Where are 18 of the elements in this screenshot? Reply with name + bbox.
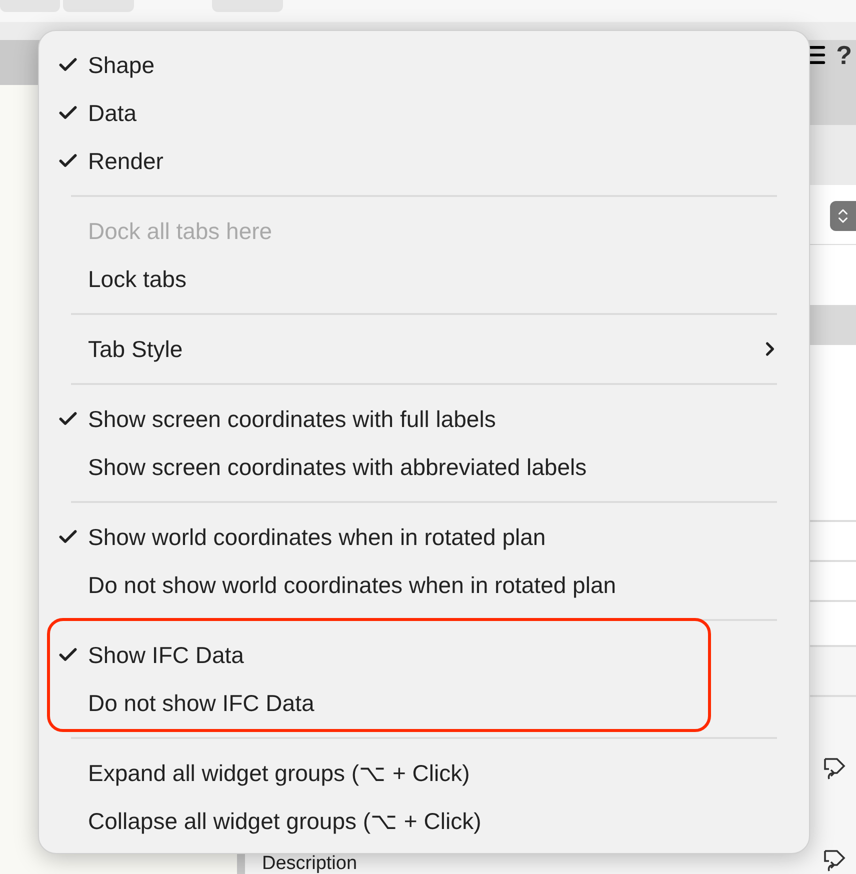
- arrow-icon[interactable]: [822, 755, 848, 781]
- menu-item[interactable]: Show IFC Data: [39, 631, 809, 679]
- menu-item[interactable]: Lock tabs: [39, 255, 809, 303]
- menu-item[interactable]: Shape: [39, 41, 809, 89]
- field-label: Description: [261, 854, 358, 873]
- menu-item[interactable]: Tab Style: [39, 325, 809, 373]
- menu-item[interactable]: Do not show IFC Data: [39, 679, 809, 727]
- menu-item[interactable]: Show screen coordinates with full labels: [39, 395, 809, 443]
- help-button[interactable]: ?: [836, 42, 852, 68]
- menu-item[interactable]: Expand all widget groups (⌥ + Click): [39, 749, 809, 797]
- menu-item[interactable]: Collapse all widget groups (⌥ + Click): [39, 797, 809, 845]
- menu-item[interactable]: Data: [39, 89, 809, 137]
- stepper-control[interactable]: [830, 201, 856, 231]
- menu-item[interactable]: Render: [39, 137, 809, 185]
- menu-item[interactable]: Do not show world coordinates when in rotated plan: [39, 561, 809, 609]
- arrow-icon[interactable]: [822, 847, 848, 873]
- menu-item[interactable]: Show world coordinates when in rotated plan: [39, 513, 809, 561]
- menu-item[interactable]: Show screen coordinates with abbreviated labels: [39, 443, 809, 491]
